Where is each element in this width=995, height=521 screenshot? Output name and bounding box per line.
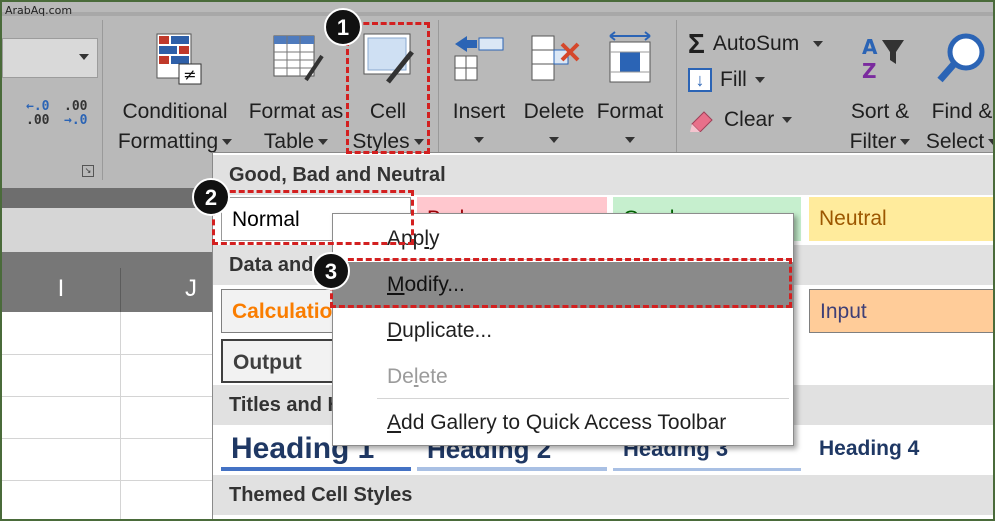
chevron-down-icon	[474, 137, 484, 143]
style-neutral[interactable]: Neutral	[809, 197, 993, 241]
conditional-formatting-button[interactable]: ≠ Conditional Formatting	[112, 30, 238, 157]
callout-box-normal-style	[212, 190, 414, 245]
menu-item-label: y	[429, 227, 440, 250]
access-key: A	[387, 411, 402, 434]
increase-decimal-top: ←.0	[26, 99, 50, 114]
chevron-down-icon	[318, 139, 329, 146]
decrease-decimal-top: .00	[64, 99, 88, 114]
delete-cells-icon	[531, 35, 580, 81]
screenshot-frame: ArabAq.com ←.0 .00 .00 →.0 ↘ ≠ Condition…	[0, 0, 995, 521]
formula-bar-strip	[2, 188, 217, 208]
chevron-down-icon	[222, 139, 233, 146]
menu-item-label: dd Gallery to Quick Access Toolbar	[401, 411, 727, 434]
chevron-down-icon	[813, 41, 824, 47]
autosum-label: AutoSum	[712, 32, 800, 55]
increase-decimal-button[interactable]: ←.0 .00	[26, 100, 49, 128]
step-badge-3: 3	[312, 252, 350, 290]
menu-item-add-to-quick-access[interactable]: Add Gallery to Quick Access Toolbar	[333, 400, 793, 446]
chevron-down-icon	[79, 54, 89, 60]
grid-line	[2, 354, 217, 355]
svg-text:Z: Z	[862, 59, 877, 83]
menu-item-delete: Delete	[333, 354, 793, 400]
format-as-table-label-1: Format as	[248, 100, 344, 123]
insert-label: Insert	[452, 100, 506, 123]
find-select-label-2: Select	[925, 130, 985, 153]
step-badge-1: 1	[324, 8, 362, 46]
find-select-button[interactable]: Find & Select	[922, 30, 993, 157]
find-select-label-1: Find &	[931, 100, 993, 123]
ribbon-top-border	[2, 12, 993, 16]
menu-item-label: ete	[418, 365, 448, 388]
style-context-menu: Apply Modify... Duplicate... Delete Add …	[332, 213, 794, 446]
menu-separator	[377, 398, 789, 399]
grid-line	[2, 396, 217, 397]
fill-button[interactable]: ↓ Fill	[688, 68, 765, 92]
menu-item-duplicate[interactable]: Duplicate...	[333, 308, 793, 354]
group-separator	[102, 20, 103, 180]
format-as-table-button[interactable]: Format as Table	[242, 30, 350, 157]
format-as-table-label-2: Table	[263, 130, 315, 153]
decrease-decimal-bottom: →.0	[64, 113, 88, 128]
clear-button[interactable]: Clear	[688, 108, 793, 132]
decrease-decimal-button[interactable]: .00 →.0	[64, 100, 87, 128]
format-button[interactable]: Format	[592, 30, 668, 143]
number-format-dropdown[interactable]	[2, 38, 98, 78]
menu-item-label: De	[387, 365, 414, 388]
eraser-icon	[690, 111, 713, 132]
fill-down-icon: ↓	[688, 68, 712, 92]
insert-cells-icon	[454, 36, 504, 81]
conditional-formatting-label-2: Formatting	[117, 130, 219, 153]
grid-line	[2, 480, 217, 481]
sheet-gap	[2, 208, 217, 252]
fill-label: Fill	[720, 68, 747, 91]
delete-label: Delete	[523, 100, 585, 123]
conditional-formatting-label-1: Conditional	[122, 100, 228, 123]
chevron-down-icon	[900, 139, 911, 146]
clear-label: Clear	[724, 108, 775, 131]
chevron-down-icon	[549, 137, 559, 143]
svg-text:A: A	[862, 35, 878, 59]
chevron-down-icon	[988, 139, 993, 146]
watermark: ArabAq.com	[5, 4, 73, 17]
magnifier-icon	[937, 33, 985, 83]
conditional-formatting-icon: ≠	[156, 33, 202, 85]
delete-button[interactable]: Delete	[518, 30, 590, 143]
section-themed-cell-styles: Themed Cell Styles	[213, 475, 993, 515]
style-input[interactable]: Input	[809, 289, 993, 333]
sigma-icon: Σ	[688, 28, 705, 59]
sort-filter-label-1: Sort &	[850, 100, 910, 123]
svg-text:≠: ≠	[183, 65, 196, 84]
chevron-down-icon	[754, 77, 765, 83]
step-badge-2: 2	[192, 178, 230, 216]
sort-filter-button[interactable]: A Z Sort & Filter	[840, 30, 920, 157]
insert-button[interactable]: Insert	[444, 30, 514, 143]
grid-line	[2, 438, 217, 439]
sort-filter-label-2: Filter	[849, 130, 897, 153]
menu-item-label: uplicate...	[402, 319, 493, 342]
number-dialog-launcher-icon[interactable]: ↘	[82, 165, 94, 177]
callout-box-cell-styles	[346, 22, 430, 154]
format-label: Format	[596, 100, 664, 123]
style-heading-4[interactable]: Heading 4	[809, 427, 993, 471]
sort-filter-icon: A Z	[862, 35, 904, 83]
grid-line	[120, 312, 121, 519]
chevron-down-icon	[782, 117, 793, 123]
column-header-i[interactable]: I	[2, 252, 120, 312]
format-cells-icon	[609, 31, 651, 83]
callout-box-modify	[330, 258, 792, 308]
increase-decimal-bottom: .00	[26, 113, 50, 128]
section-good-bad-neutral: Good, Bad and Neutral	[213, 155, 993, 195]
chevron-down-icon	[625, 137, 635, 143]
access-key: D	[387, 319, 403, 342]
format-as-table-icon	[273, 35, 324, 82]
autosum-button[interactable]: Σ AutoSum	[688, 28, 824, 60]
